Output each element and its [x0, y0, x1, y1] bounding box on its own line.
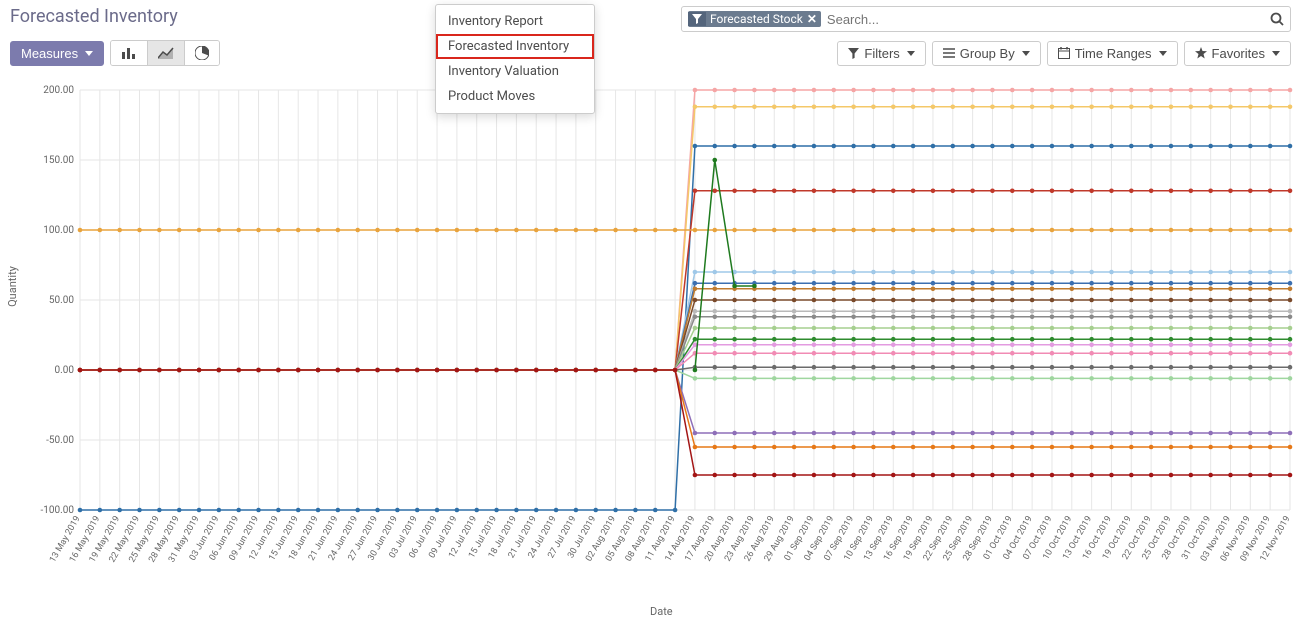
reports-dropdown: Inventory ReportForecasted InventoryInve… — [435, 4, 595, 114]
measures-button[interactable]: Measures — [10, 41, 104, 66]
chevron-down-icon — [1272, 51, 1280, 56]
filters-label: Filters — [864, 46, 899, 61]
menu-item-product-moves[interactable]: Product Moves — [436, 84, 594, 109]
favorites-label: Favorites — [1212, 46, 1265, 61]
search-icon[interactable] — [1270, 12, 1284, 26]
measures-label: Measures — [21, 46, 78, 61]
funnel-icon — [688, 12, 706, 26]
filter-chip-forecasted-stock[interactable]: Forecasted Stock ✕ — [688, 11, 821, 27]
svg-text:0.00: 0.00 — [55, 365, 75, 376]
search-input[interactable] — [827, 12, 1264, 27]
group-by-button[interactable]: Group By — [932, 41, 1041, 66]
line-chart-button[interactable] — [148, 41, 185, 65]
chart-area: Quantity Date -100.00 -50.00 0.00 50.00 100.… — [0, 80, 1301, 620]
time-ranges-label: Time Ranges — [1075, 46, 1152, 61]
filter-chip-label: Forecasted Stock — [710, 12, 803, 26]
favorites-button[interactable]: Favorites — [1184, 41, 1291, 66]
funnel-icon — [848, 48, 859, 59]
filters-button[interactable]: Filters — [837, 41, 925, 66]
chevron-down-icon — [85, 51, 93, 56]
y-axis-label: Quantity — [6, 266, 19, 307]
pie-chart-button[interactable] — [185, 41, 219, 65]
time-ranges-button[interactable]: Time Ranges — [1047, 41, 1178, 66]
svg-text:50.00: 50.00 — [49, 295, 74, 306]
chevron-down-icon — [907, 51, 915, 56]
menu-item-forecasted-inventory[interactable]: Forecasted Inventory — [436, 34, 594, 59]
svg-text:150.00: 150.00 — [43, 155, 74, 166]
svg-text:-50.00: -50.00 — [46, 435, 74, 446]
chevron-down-icon — [1159, 51, 1167, 56]
chevron-down-icon — [1022, 51, 1030, 56]
bar-chart-icon — [121, 47, 137, 59]
page-title: Forecasted Inventory — [10, 6, 178, 27]
group-by-label: Group By — [960, 46, 1015, 61]
chart-type-group — [110, 40, 220, 66]
menu-item-inventory-report[interactable]: Inventory Report — [436, 9, 594, 34]
line-chart-icon — [158, 47, 174, 59]
search-bar[interactable]: Forecasted Stock ✕ — [681, 6, 1291, 32]
svg-text:100.00: 100.00 — [43, 225, 74, 236]
list-icon — [943, 48, 955, 59]
pie-chart-icon — [195, 46, 209, 60]
calendar-icon — [1058, 47, 1070, 59]
x-axis-label: Date — [650, 605, 673, 618]
bar-chart-button[interactable] — [111, 41, 148, 65]
chart-svg: -100.00 -50.00 0.00 50.00 100.00 150.00 200.00… — [0, 80, 1301, 615]
svg-text:-100.00: -100.00 — [40, 505, 74, 516]
star-icon — [1195, 47, 1207, 59]
svg-text:200.00: 200.00 — [43, 85, 74, 96]
close-icon[interactable]: ✕ — [807, 12, 817, 26]
menu-item-inventory-valuation[interactable]: Inventory Valuation — [436, 59, 594, 84]
